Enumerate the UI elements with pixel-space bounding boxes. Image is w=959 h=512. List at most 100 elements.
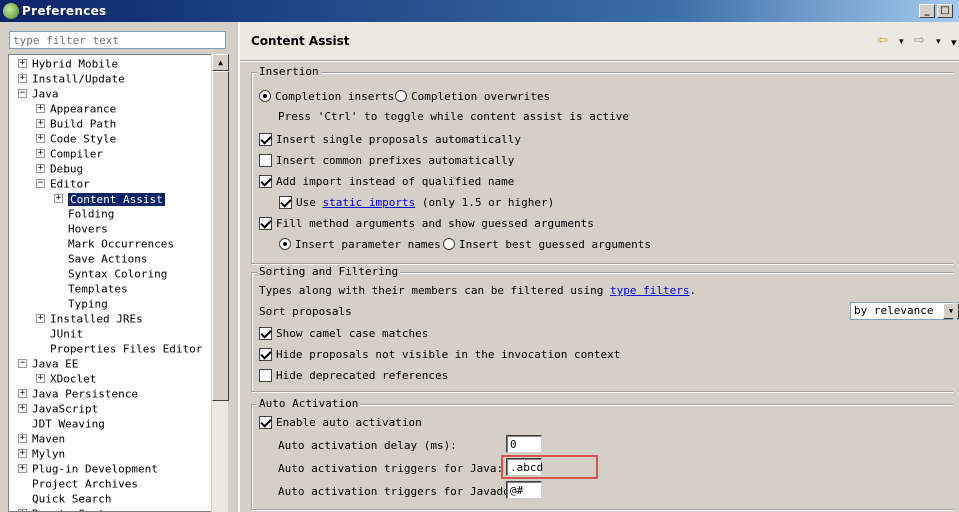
expand-icon[interactable]: + xyxy=(18,403,27,413)
checkbox-checked-icon[interactable] xyxy=(259,326,272,340)
tree-item[interactable]: + JavaScript xyxy=(18,401,98,416)
expand-icon[interactable]: + xyxy=(36,163,45,173)
radio-selected-icon[interactable] xyxy=(259,90,271,102)
checkbox-checked-icon[interactable] xyxy=(259,132,272,146)
tree-item-label: Project Archives xyxy=(32,477,138,491)
checkbox-checked-icon[interactable] xyxy=(259,216,272,230)
radio-selected-icon[interactable] xyxy=(279,238,291,250)
tree-item[interactable]: Typing xyxy=(54,296,108,311)
tree-item[interactable]: − Java EE xyxy=(18,356,78,371)
collapse-icon[interactable]: − xyxy=(18,358,27,368)
radio-icon[interactable] xyxy=(443,238,455,250)
tree-scrollbar[interactable]: ▲ xyxy=(211,54,229,512)
expand-icon[interactable]: + xyxy=(36,373,45,383)
back-arrow-icon[interactable]: ⇦ xyxy=(877,33,888,48)
tree-item[interactable]: Properties Files Editor xyxy=(36,341,202,356)
tree-item[interactable]: + Plug-in Development xyxy=(18,461,158,476)
fill-method-checkbox[interactable]: Fill method arguments and show guessed a… xyxy=(259,216,594,231)
hide-not-visible-checkbox[interactable]: Hide proposals not visible in the invoca… xyxy=(259,347,620,362)
sorting-group-title: Sorting and Filtering xyxy=(257,265,401,278)
tree-item[interactable]: + Installed JREs xyxy=(36,311,143,326)
expand-icon[interactable]: + xyxy=(18,388,27,398)
expand-icon[interactable]: + xyxy=(36,313,45,323)
tree-item-label: JUnit xyxy=(50,327,84,341)
checkbox-checked-icon[interactable] xyxy=(279,195,292,209)
collapse-icon[interactable]: − xyxy=(36,178,45,188)
forward-arrow-icon[interactable]: ⇨ xyxy=(914,33,925,48)
camel-case-checkbox[interactable]: Show camel case matches xyxy=(259,326,428,341)
static-imports-link[interactable]: static imports xyxy=(323,196,416,209)
checkbox-checked-icon[interactable] xyxy=(259,347,272,361)
add-import-checkbox[interactable]: Add import instead of qualified name xyxy=(259,174,514,189)
tree-item[interactable]: + Appearance xyxy=(36,101,116,116)
tree-item[interactable]: + Install/Update xyxy=(18,71,125,86)
delay-field[interactable]: 0 xyxy=(506,435,542,453)
tree-item[interactable]: + Remote Systems xyxy=(18,506,125,511)
tree-item[interactable]: + Java Persistence xyxy=(18,386,138,401)
type-filters-link[interactable]: type filters xyxy=(610,284,689,297)
tree-item[interactable]: Templates xyxy=(54,281,128,296)
tree-item[interactable]: Mark Occurrences xyxy=(54,236,174,251)
tree-item[interactable]: + Code Style xyxy=(36,131,116,146)
checkbox-checked-icon[interactable] xyxy=(259,415,272,429)
completion-overwrites-radio[interactable]: Completion overwrites xyxy=(395,89,550,104)
minimize-button[interactable]: _ xyxy=(919,4,935,18)
tree-item[interactable]: + Compiler xyxy=(36,146,103,161)
insert-single-checkbox[interactable]: Insert single proposals automatically xyxy=(259,132,521,147)
insert-best-guessed-radio[interactable]: Insert best guessed arguments xyxy=(443,237,651,252)
tree-item[interactable]: − Editor xyxy=(36,176,90,191)
insert-common-checkbox[interactable]: Insert common prefixes automatically xyxy=(259,153,514,168)
expand-icon[interactable]: + xyxy=(18,433,27,443)
javadoc-triggers-field[interactable]: @# xyxy=(506,481,542,499)
completion-inserts-radio[interactable]: Completion inserts xyxy=(259,89,394,104)
expand-icon[interactable]: + xyxy=(18,508,27,511)
tree-item-label: Hovers xyxy=(68,222,108,236)
hide-deprecated-checkbox[interactable]: Hide deprecated references xyxy=(259,368,448,383)
tree-item[interactable]: Quick Search xyxy=(18,491,111,506)
tree-item[interactable]: − Java xyxy=(18,86,59,101)
collapse-icon[interactable]: − xyxy=(18,88,27,98)
checkbox-icon[interactable] xyxy=(259,368,272,382)
expand-icon[interactable]: + xyxy=(18,463,27,473)
insertion-group-title: Insertion xyxy=(257,65,321,78)
expand-icon[interactable]: + xyxy=(54,193,63,203)
tree-item[interactable]: Folding xyxy=(54,206,114,221)
tree-item[interactable]: + XDoclet xyxy=(36,371,96,386)
sort-proposals-select[interactable]: by relevance ▼ xyxy=(850,302,959,320)
insert-param-names-radio[interactable]: Insert parameter names xyxy=(279,237,441,252)
expand-icon[interactable]: + xyxy=(36,133,45,143)
forward-menu-chevron-icon[interactable]: ▾ xyxy=(936,37,941,47)
tree-item[interactable]: + Content Assist xyxy=(54,191,165,206)
tree-item[interactable]: + Maven xyxy=(18,431,65,446)
tree-item[interactable]: + Mylyn xyxy=(18,446,65,461)
enable-auto-activation-checkbox[interactable]: Enable auto activation xyxy=(259,415,422,430)
tree-item[interactable]: + Build Path xyxy=(36,116,116,131)
expand-icon[interactable]: + xyxy=(36,118,45,128)
tree-item-label: Build Path xyxy=(50,117,117,131)
tree-item[interactable]: + Hybrid Mobile xyxy=(18,56,118,71)
tree-item[interactable]: Syntax Coloring xyxy=(54,266,167,281)
scroll-thumb[interactable] xyxy=(212,71,229,401)
expand-icon[interactable]: + xyxy=(18,58,27,68)
checkbox-checked-icon[interactable] xyxy=(259,174,272,188)
expand-icon[interactable]: + xyxy=(18,73,27,83)
expand-icon[interactable]: + xyxy=(18,448,27,458)
tree-item[interactable]: Project Archives xyxy=(18,476,138,491)
tree-item[interactable]: + Debug xyxy=(36,161,83,176)
expand-icon[interactable]: + xyxy=(36,103,45,113)
use-static-imports-checkbox[interactable]: Use static imports (only 1.5 or higher) xyxy=(279,195,554,210)
tree-item[interactable]: JUnit xyxy=(36,326,83,341)
maximize-button[interactable]: □ xyxy=(937,4,953,18)
tree-item[interactable]: Save Actions xyxy=(54,251,147,266)
radio-icon[interactable] xyxy=(395,90,407,102)
tree-item[interactable]: Hovers xyxy=(54,221,108,236)
back-menu-chevron-icon[interactable]: ▾ xyxy=(899,37,904,47)
expand-icon[interactable]: + xyxy=(36,148,45,158)
scroll-up-arrow-icon[interactable]: ▲ xyxy=(212,54,229,71)
checkbox-icon[interactable] xyxy=(259,153,272,167)
content-scrollbar[interactable] xyxy=(953,64,957,512)
view-menu-chevron-icon[interactable]: ▾ xyxy=(951,36,957,49)
filter-input[interactable] xyxy=(9,31,226,49)
tree-item[interactable]: JDT Weaving xyxy=(18,416,105,431)
